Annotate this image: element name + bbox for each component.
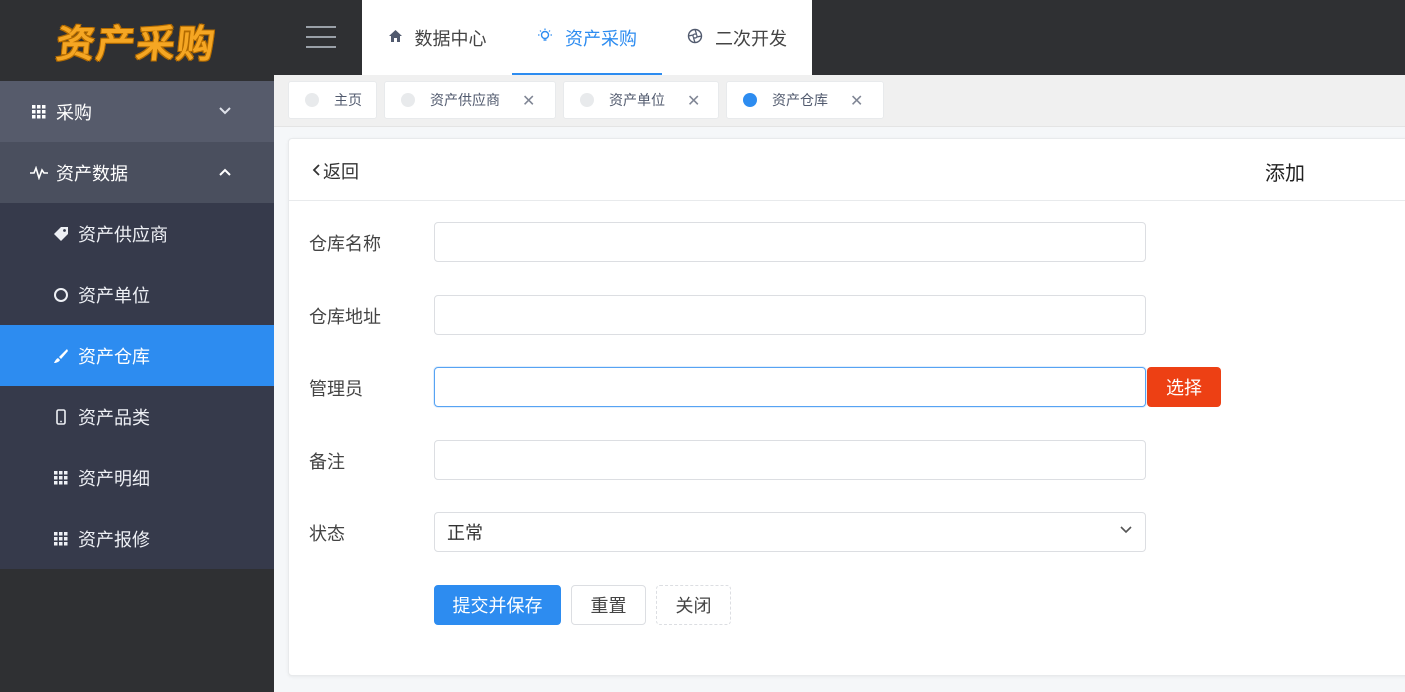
brush-icon	[52, 348, 70, 364]
home-icon	[388, 29, 403, 47]
grid-icon	[52, 531, 70, 546]
form-row-address: 仓库地址	[289, 295, 1405, 335]
grid-icon	[52, 470, 70, 485]
grid-icon	[30, 104, 48, 119]
page-tab-warehouse[interactable]: 资产仓库 ✕	[726, 81, 884, 119]
tab-status-dot	[743, 93, 757, 107]
tab-status-dot	[305, 93, 319, 107]
page-tab-label: 资产供应商	[430, 93, 500, 109]
form-row-status: 状态 正常	[289, 512, 1405, 552]
manager-input[interactable]	[434, 367, 1146, 407]
tab-label: 资产采购	[565, 28, 637, 50]
page-tab-home[interactable]: 主页	[288, 81, 377, 119]
field-label: 状态	[309, 524, 345, 545]
top-bar: 数据中心 资产采购 二次开发	[274, 0, 1405, 75]
chevron-down-icon	[1119, 523, 1133, 539]
sidebar-item-label: 资产报修	[78, 529, 150, 551]
back-link[interactable]: 返回	[311, 158, 359, 184]
sidebar-group-purchase[interactable]: 采购	[0, 81, 274, 142]
close-icon[interactable]: ✕	[687, 91, 700, 110]
sidebar-item-label: 资产供应商	[78, 224, 168, 246]
form-row-remark: 备注	[289, 440, 1405, 480]
tab-label: 数据中心	[414, 28, 487, 50]
app-logo[interactable]: 资产采购	[0, 0, 274, 81]
sidebar-group-asset-data[interactable]: 资产数据	[0, 142, 274, 203]
status-select[interactable]: 正常	[434, 512, 1146, 552]
sidebar-item-category[interactable]: 资产品类	[0, 386, 274, 447]
field-label: 备注	[309, 452, 345, 473]
sidebar-item-label: 资产品类	[78, 407, 150, 429]
submit-save-button[interactable]: 提交并保存	[434, 585, 561, 625]
sidebar-item-label: 资产仓库	[78, 346, 150, 368]
logo-text: 资产采购	[54, 22, 219, 66]
chevron-up-icon	[218, 165, 232, 181]
page-tab-label: 资产单位	[609, 93, 665, 109]
remark-input[interactable]	[434, 440, 1146, 480]
phone-icon	[52, 408, 70, 425]
sidebar: 资产采购 采购 资产数据 资产供应商 资产单位 资产仓库 资产品类 资产明细 资…	[0, 0, 274, 692]
field-label: 管理员	[309, 379, 363, 400]
page-tab-supplier[interactable]: 资产供应商 ✕	[384, 81, 556, 119]
sidebar-item-supplier[interactable]: 资产供应商	[0, 203, 274, 264]
tab-data-center[interactable]: 数据中心	[362, 0, 512, 75]
warehouse-name-input[interactable]	[434, 222, 1146, 262]
sidebar-item-warehouse[interactable]: 资产仓库	[0, 325, 274, 386]
tab-status-dot	[580, 93, 594, 107]
reset-button[interactable]: 重置	[571, 585, 646, 625]
pulse-icon	[30, 165, 48, 180]
circle-icon	[52, 287, 70, 303]
page-tabs-bar: 主页 资产供应商 ✕ 资产单位 ✕ 资产仓库 ✕	[274, 75, 1405, 127]
sidebar-item-repair[interactable]: 资产报修	[0, 508, 274, 569]
tab-status-dot	[401, 93, 415, 107]
sidebar-item-detail[interactable]: 资产明细	[0, 447, 274, 508]
close-icon[interactable]: ✕	[850, 91, 863, 110]
sidebar-item-label: 资产单位	[78, 285, 150, 307]
sidebar-item-label: 资产明细	[78, 468, 150, 490]
select-manager-button[interactable]: 选择	[1147, 367, 1221, 407]
chevron-down-icon	[218, 104, 232, 120]
form-row-manager: 管理员 选择	[289, 367, 1405, 407]
sidebar-group-label: 采购	[56, 102, 92, 124]
top-nav-tabs: 数据中心 资产采购 二次开发	[362, 0, 812, 75]
tab-asset-purchase[interactable]: 资产采购	[512, 0, 662, 75]
chevron-left-icon	[311, 162, 321, 181]
tab-secondary-dev[interactable]: 二次开发	[662, 0, 812, 75]
sidebar-submenu: 资产供应商 资产单位 资产仓库 资产品类 资产明细 资产报修	[0, 203, 274, 569]
card-header: 返回 添加	[289, 139, 1405, 201]
form-actions: 提交并保存 重置 关闭	[434, 585, 741, 625]
close-button[interactable]: 关闭	[656, 585, 731, 625]
bulb-icon	[537, 28, 553, 48]
close-icon[interactable]: ✕	[522, 91, 535, 110]
page-title: 添加	[1265, 161, 1305, 185]
page-tab-label: 主页	[334, 93, 362, 109]
hamburger-menu-icon[interactable]	[306, 26, 336, 48]
back-label: 返回	[323, 162, 359, 183]
form-row-name: 仓库名称	[289, 222, 1405, 262]
field-label: 仓库名称	[309, 234, 381, 255]
status-selected-value: 正常	[447, 523, 483, 544]
aperture-icon	[687, 28, 703, 48]
tag-icon	[52, 226, 70, 242]
field-label: 仓库地址	[309, 307, 381, 328]
sidebar-item-unit[interactable]: 资产单位	[0, 264, 274, 325]
page-tab-unit[interactable]: 资产单位 ✕	[563, 81, 719, 119]
sidebar-group-label: 资产数据	[56, 163, 128, 185]
page-tab-label: 资产仓库	[772, 93, 828, 109]
tab-label: 二次开发	[715, 28, 787, 50]
form-card: 返回 添加 仓库名称 仓库地址 管理员 选择 备注 状态 正常 提交并保存 重置…	[288, 138, 1405, 676]
warehouse-address-input[interactable]	[434, 295, 1146, 335]
